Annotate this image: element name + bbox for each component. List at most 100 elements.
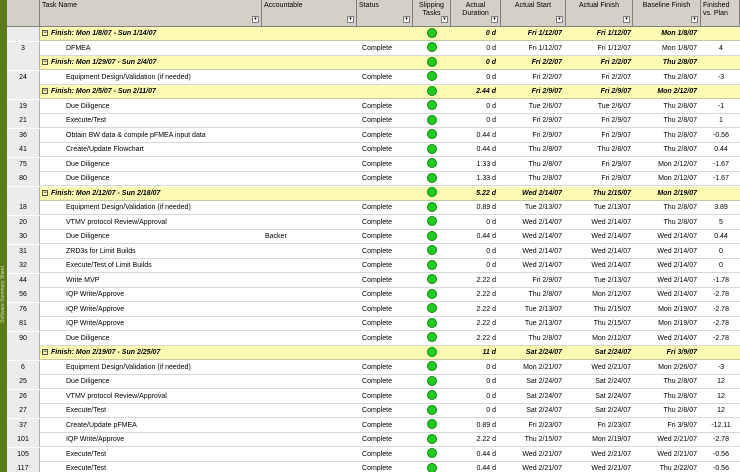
finished-vs-plan-cell[interactable]: 0 [702,259,740,272]
actual-finish-cell[interactable]: Fri 2/9/07 [567,85,633,98]
task-row[interactable]: 6 Equipment Design/Validation (if needed)… [7,360,740,375]
actual-start-cell[interactable]: Tue 2/13/07 [505,303,564,316]
actual-finish-cell[interactable]: Sat 2/24/07 [567,390,633,403]
actual-start-cell[interactable]: Wed 2/14/07 [505,245,564,258]
status-cell[interactable]: Complete [347,201,407,214]
header-status[interactable]: Status ▾ [357,0,413,26]
task-row[interactable]: 21 Execute/Test Complete 0 d Fri 2/9/07 Fri 2… [7,114,740,128]
actual-start-cell[interactable]: Wed 2/14/07 [505,187,564,200]
actual-finish-cell[interactable]: Thu 2/15/07 [567,187,633,200]
task-name-cell[interactable]: Create/Update Flowchart [66,143,246,156]
status-cell[interactable]: Complete [347,375,407,388]
baseline-finish-cell[interactable]: Thu 2/8/07 [635,375,699,388]
accountable-cell[interactable] [265,100,345,113]
accountable-cell[interactable] [265,462,345,472]
collapse-toggle-icon[interactable]: − [42,88,48,95]
header-accountable[interactable]: Accountable ▾ [262,0,357,26]
row-number-cell[interactable]: 36 [7,128,40,143]
actual-finish-cell[interactable]: Thu 2/15/07 [567,317,633,330]
row-number-cell[interactable]: 24 [7,70,40,85]
group-header-row[interactable]: − Finish: Mon 2/5/07 - Sun 2/11/07 2.44 d F… [7,85,740,99]
accountable-cell[interactable] [265,201,345,214]
actual-start-cell[interactable]: Wed 2/14/07 [505,216,564,229]
status-cell[interactable]: Complete [347,172,407,185]
actual-start-cell[interactable]: Tue 2/6/07 [505,100,564,113]
actual-duration-cell[interactable]: 5.22 d [448,187,498,200]
row-number-cell[interactable]: 30 [7,230,40,244]
row-number-cell[interactable]: 32 [7,259,40,273]
filter-dropdown-icon[interactable]: ▾ [691,16,698,23]
collapse-toggle-icon[interactable]: − [42,30,48,37]
status-cell[interactable]: Complete [347,274,407,287]
row-number-cell[interactable]: 27 [7,404,40,418]
actual-duration-cell[interactable]: 0.89 d [448,419,498,432]
actual-duration-cell[interactable]: 0 d [448,216,498,229]
actual-start-cell[interactable]: Sat 2/24/07 [505,390,564,403]
baseline-finish-cell[interactable]: Thu 2/8/07 [635,129,699,142]
actual-duration-cell[interactable]: 0 d [448,375,498,388]
accountable-cell[interactable] [265,404,345,417]
task-name-cell[interactable]: Due Diligence [66,158,246,171]
task-row[interactable]: 36 Obtain BW data & compile pFMEA input d… [7,128,740,143]
finished-vs-plan-cell[interactable]: 1 [702,114,740,127]
actual-duration-cell[interactable]: 0 d [448,245,498,258]
baseline-finish-cell[interactable]: Fri 3/9/07 [635,419,699,432]
task-row[interactable]: 3 DFMEA Complete 0 d Fri 1/12/07 Fri 1/12/07 M… [7,41,740,56]
row-number-cell[interactable]: 76 [7,302,40,317]
task-row[interactable]: 81 IQP Write/Approve Complete 2.22 d Tue 2/1… [7,317,740,331]
row-number-cell[interactable]: 90 [7,331,40,346]
baseline-finish-cell[interactable]: Thu 2/8/07 [635,114,699,127]
actual-duration-cell[interactable]: 0.89 d [448,201,498,214]
baseline-finish-cell[interactable]: Thu 2/8/07 [635,404,699,417]
actual-duration-cell[interactable]: 2.22 d [448,303,498,316]
finished-vs-plan-cell[interactable]: -2.78 [702,317,740,330]
row-number-cell[interactable] [7,85,40,99]
status-cell[interactable]: Complete [347,114,407,127]
task-row[interactable]: 18 Equipment Design/Validation (if needed… [7,201,740,215]
actual-start-cell[interactable]: Fri 1/12/07 [505,42,564,55]
actual-duration-cell[interactable]: 2.22 d [448,274,498,287]
status-cell[interactable]: Complete [347,245,407,258]
finished-vs-plan-cell[interactable]: -1.78 [702,274,740,287]
actual-duration-cell[interactable]: 0 d [448,71,498,84]
task-row[interactable]: 30 Due Diligence Backer Complete 0.44 d Wed 2… [7,230,740,244]
task-name-cell[interactable]: IQP Write/Approve [66,288,246,301]
accountable-cell[interactable] [265,332,345,345]
actual-duration-cell[interactable]: 0 d [448,42,498,55]
finished-vs-plan-cell[interactable]: 0.44 [702,143,740,156]
actual-start-cell[interactable]: Fri 2/9/07 [505,85,564,98]
baseline-finish-cell[interactable]: Mon 1/8/07 [635,42,699,55]
actual-finish-cell[interactable]: Fri 2/2/07 [567,56,633,69]
task-row[interactable]: 26 VTMV protocol Review/Approval Complete 0… [7,389,740,404]
actual-duration-cell[interactable]: 2.22 d [448,317,498,330]
actual-duration-cell[interactable]: 11 d [448,346,498,359]
accountable-cell[interactable] [265,433,345,446]
accountable-cell[interactable] [265,259,345,272]
filter-dropdown-icon[interactable]: ▾ [252,16,259,23]
filter-dropdown-icon[interactable]: ▾ [491,16,498,23]
actual-finish-cell[interactable]: Fri 2/2/07 [567,71,633,84]
accountable-cell[interactable] [265,143,345,156]
task-row[interactable]: 25 Due Diligence Complete 0 d Sat 2/24/07 Sat… [7,375,740,389]
task-name-cell[interactable]: Create/Update pFMEA [66,419,246,432]
collapse-toggle-icon[interactable]: − [42,59,48,66]
actual-duration-cell[interactable]: 1.33 d [448,158,498,171]
group-header-row[interactable]: − Finish: Mon 2/19/07 - Sun 2/25/07 11 d Sa… [7,346,740,360]
baseline-finish-cell[interactable]: Wed 2/14/07 [635,259,699,272]
task-name-cell[interactable]: VTMV protocol Review/Approval [66,216,246,229]
actual-start-cell[interactable]: Thu 2/8/07 [505,172,564,185]
actual-start-cell[interactable]: Fri 2/2/07 [505,56,564,69]
baseline-finish-cell[interactable]: Thu 2/8/07 [635,100,699,113]
task-row[interactable]: 105 Execute/Test Complete 0.44 d Wed 2/21/07… [7,447,740,462]
finished-vs-plan-cell[interactable]: -2.78 [702,303,740,316]
header-actual-start[interactable]: Actual Start ▾ [501,0,566,26]
row-number-cell[interactable]: 80 [7,172,40,186]
status-cell[interactable]: Complete [347,71,407,84]
finished-vs-plan-cell[interactable]: 4 [702,42,740,55]
task-row[interactable]: 24 Equipment Design/Validation (if needed… [7,70,740,85]
header-actual-duration[interactable]: Actual Duration ▾ [451,0,501,26]
actual-duration-cell[interactable]: 1.33 d [448,172,498,185]
finished-vs-plan-cell[interactable]: -1.67 [702,172,740,185]
task-name-cell[interactable]: VTMV protocol Review/Approval [66,390,246,403]
accountable-cell[interactable] [265,361,345,374]
